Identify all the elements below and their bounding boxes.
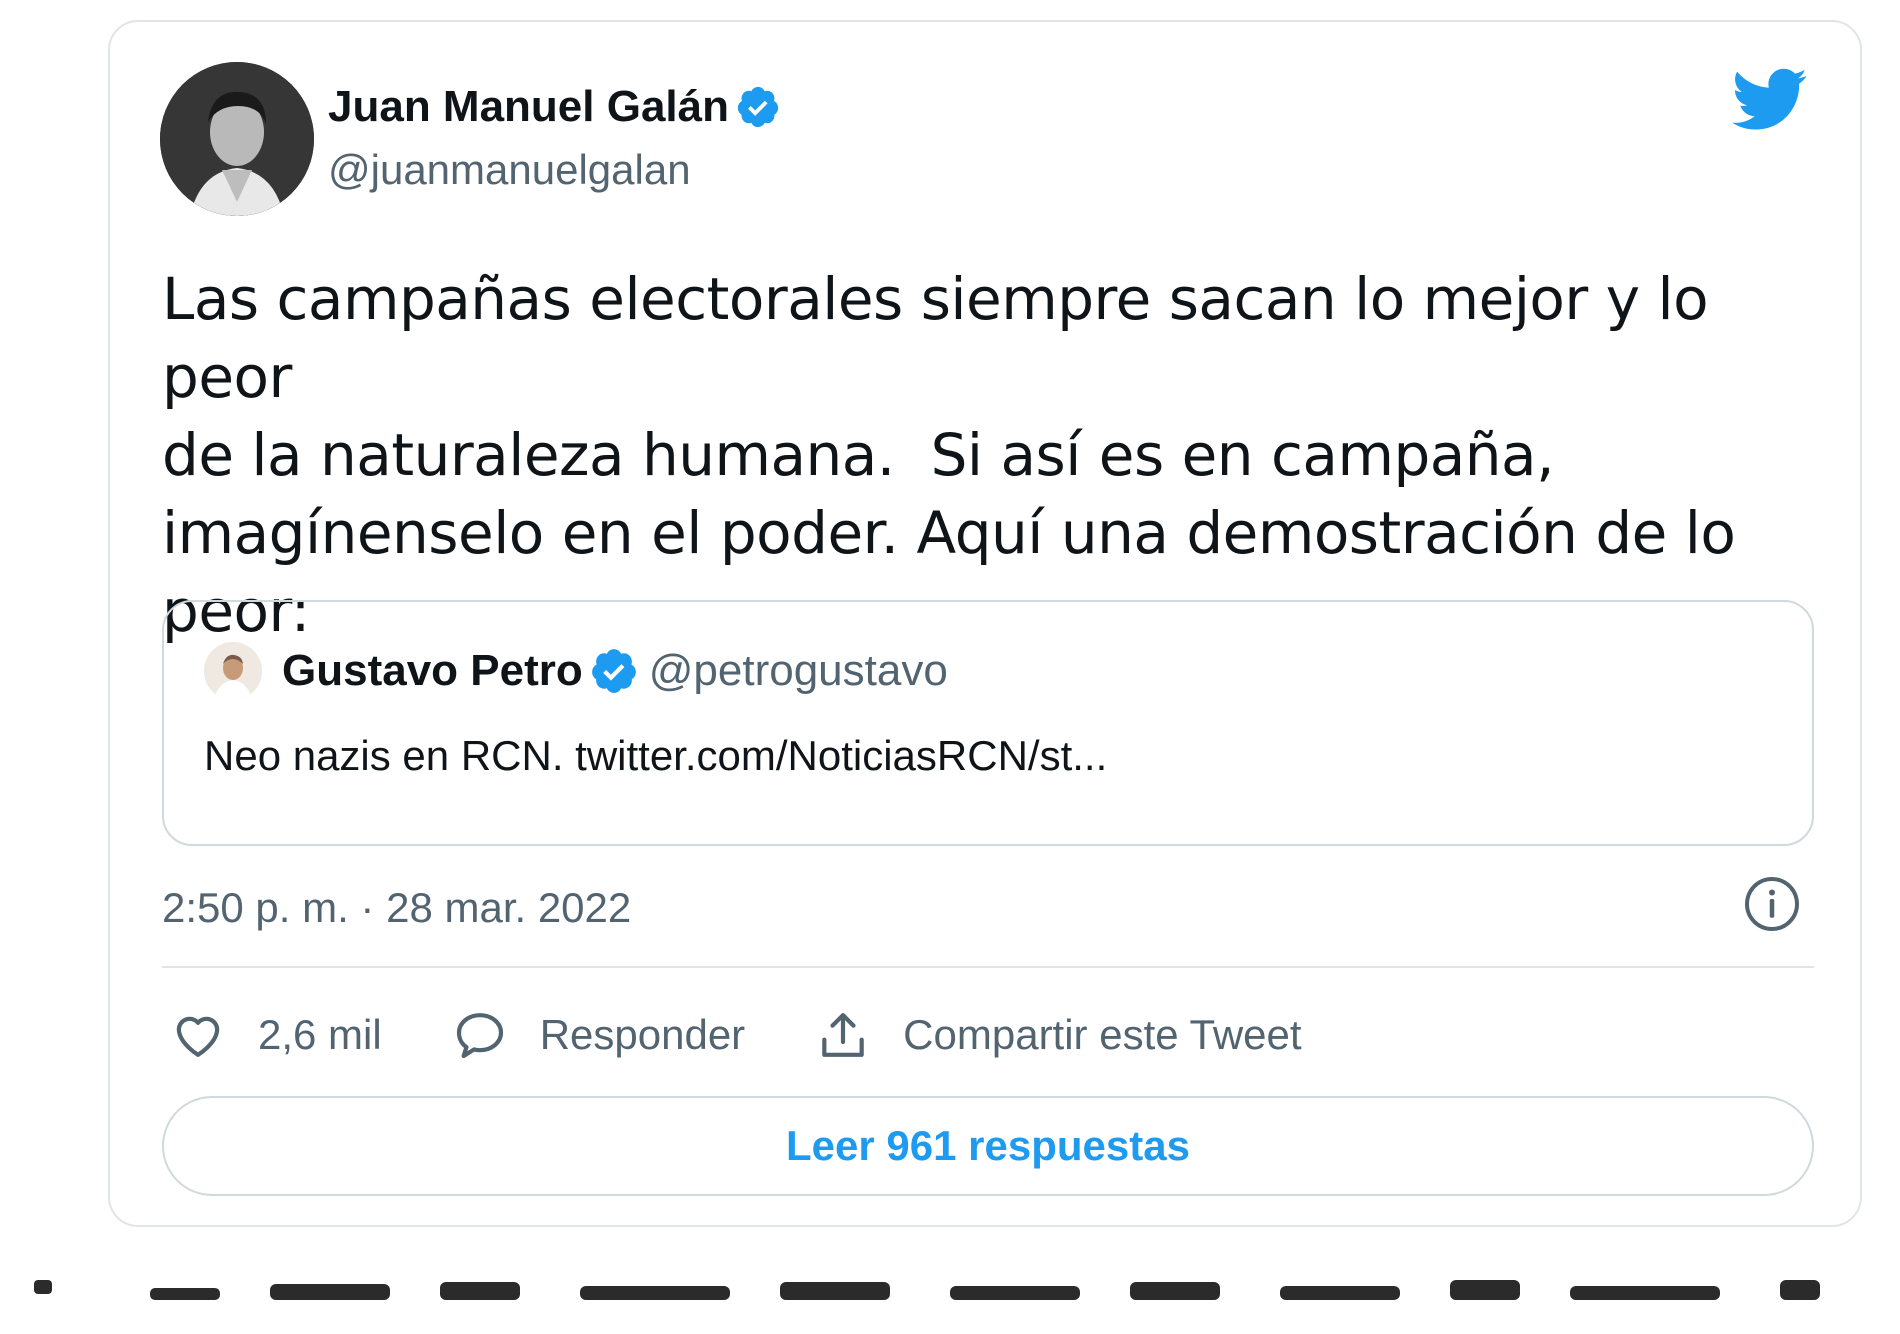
quoted-author-name[interactable]: Gustavo Petro	[282, 646, 583, 696]
quoted-tweet-text: Neo nazis en RCN. twitter.com/NoticiasRC…	[204, 732, 1108, 779]
quoted-profile-photo	[204, 642, 262, 700]
tweet-text: Las campañas electorales siempre sacan l…	[162, 265, 1736, 645]
author-handle[interactable]: @juanmanuelgalan	[328, 146, 691, 194]
author-name-row[interactable]: Juan Manuel Galán	[328, 82, 781, 132]
quoted-author-handle[interactable]: @petrogustavo	[649, 646, 948, 696]
share-button[interactable]: Compartir este Tweet	[815, 1007, 1302, 1063]
like-count: 2,6 mil	[258, 1011, 382, 1058]
reply-button[interactable]: Responder	[452, 1007, 745, 1063]
cropped-article-text	[20, 1260, 1880, 1334]
twitter-bird-icon[interactable]	[1732, 68, 1808, 132]
share-icon	[822, 1013, 864, 1057]
reply-icon	[456, 1013, 503, 1059]
quoted-author-row: Gustavo Petro @petrogustavo	[282, 646, 948, 696]
info-icon[interactable]	[1742, 874, 1802, 934]
tweet-actions: 2,6 mil Responder Compartir este Tweet	[170, 1000, 1372, 1070]
heart-icon	[176, 1016, 220, 1057]
verified-badge-icon	[737, 86, 779, 128]
author-name[interactable]: Juan Manuel Galán	[328, 82, 729, 132]
quoted-author-avatar[interactable]	[204, 642, 262, 700]
cropped-text-fragment	[34, 1280, 1820, 1300]
share-label: Compartir este Tweet	[903, 1011, 1302, 1058]
verified-badge-icon	[591, 649, 636, 693]
read-replies-button[interactable]: Leer 961 respuestas	[162, 1096, 1814, 1196]
author-avatar[interactable]	[160, 62, 314, 216]
reply-label: Responder	[539, 1011, 746, 1058]
like-button[interactable]: 2,6 mil	[170, 1007, 382, 1063]
divider	[162, 966, 1814, 968]
tweet-timestamp[interactable]: 2:50 p. m. · 28 mar. 2022	[162, 884, 631, 932]
embedded-tweet-card: Juan Manuel Galán @juanmanuelgalan Las c…	[108, 20, 1862, 1227]
quoted-tweet[interactable]: Gustavo Petro @petrogustavo Neo nazis en…	[162, 600, 1814, 846]
profile-photo	[160, 62, 314, 216]
